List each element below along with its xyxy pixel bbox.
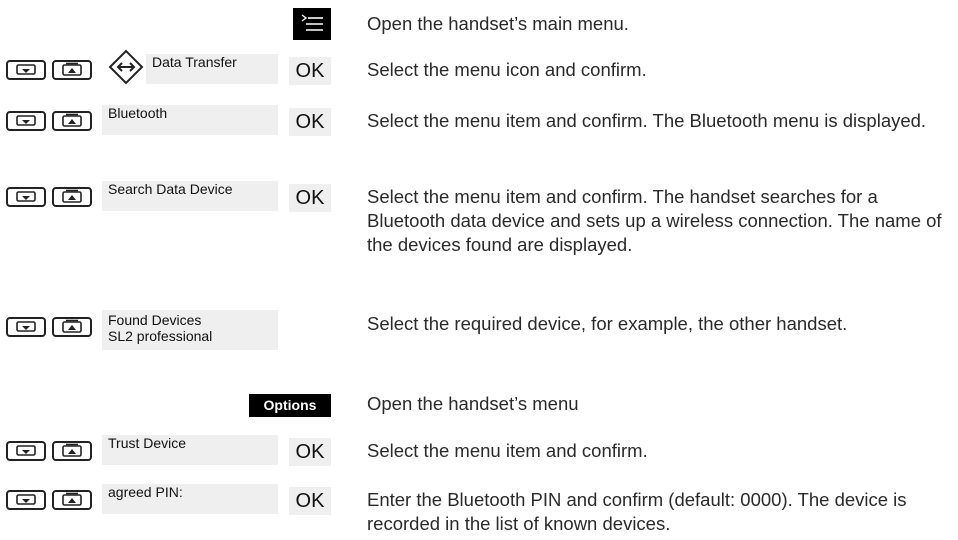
nav-up-key-icon[interactable] <box>52 490 92 510</box>
nav-down-key-icon[interactable] <box>6 60 46 80</box>
display-line-2: SL2 professional <box>108 328 213 344</box>
display-field: Found Devices SL2 professional <box>102 310 278 350</box>
step-description: Select the menu item and confirm. <box>367 440 648 461</box>
nav-up-key-icon[interactable] <box>52 317 92 337</box>
display-text: Data Transfer <box>152 54 237 70</box>
main-menu-icon[interactable] <box>293 8 331 40</box>
nav-up-key-icon[interactable] <box>52 60 92 80</box>
display-line-1: Found Devices <box>108 312 202 328</box>
nav-keys <box>6 187 94 207</box>
display-field: Trust Device <box>102 435 278 465</box>
ok-button[interactable]: OK <box>289 487 331 515</box>
nav-down-key-icon[interactable] <box>6 490 46 510</box>
display-text: Search Data Device <box>108 181 233 197</box>
step-description: Select the menu icon and confirm. <box>367 59 647 80</box>
nav-down-key-icon[interactable] <box>6 317 46 337</box>
step-description: Open the handset’s main menu. <box>367 13 629 34</box>
display-field: Search Data Device <box>102 181 278 211</box>
data-transfer-icon <box>106 48 146 88</box>
ok-button[interactable]: OK <box>289 108 331 136</box>
nav-keys <box>6 490 94 510</box>
nav-down-key-icon[interactable] <box>6 187 46 207</box>
nav-up-key-icon[interactable] <box>52 187 92 207</box>
nav-keys <box>6 441 94 461</box>
nav-up-key-icon[interactable] <box>52 111 92 131</box>
display-text: Trust Device <box>108 435 187 451</box>
display-field: Bluetooth <box>102 105 278 135</box>
display-text: Bluetooth <box>108 105 168 121</box>
nav-keys <box>6 317 94 337</box>
nav-keys <box>6 111 94 131</box>
nav-down-key-icon[interactable] <box>6 441 46 461</box>
display-text: agreed PIN: <box>108 484 183 500</box>
options-button[interactable]: Options <box>249 394 331 417</box>
display-field: Data Transfer <box>146 54 278 84</box>
nav-up-key-icon[interactable] <box>52 441 92 461</box>
display-field: agreed PIN: <box>102 484 278 514</box>
ok-button[interactable]: OK <box>289 184 331 212</box>
nav-keys <box>6 60 94 80</box>
nav-down-key-icon[interactable] <box>6 111 46 131</box>
step-description: Select the menu item and confirm. The Bl… <box>367 110 927 131</box>
ok-button[interactable]: OK <box>289 438 331 466</box>
ok-button[interactable]: OK <box>289 57 331 85</box>
step-description: Select the menu item and confirm. The ha… <box>367 186 942 255</box>
step-description: Open the handset’s menu <box>367 393 579 414</box>
step-description: Enter the Bluetooth PIN and confirm (def… <box>367 489 907 534</box>
step-description: Select the required device, for example,… <box>367 313 848 334</box>
